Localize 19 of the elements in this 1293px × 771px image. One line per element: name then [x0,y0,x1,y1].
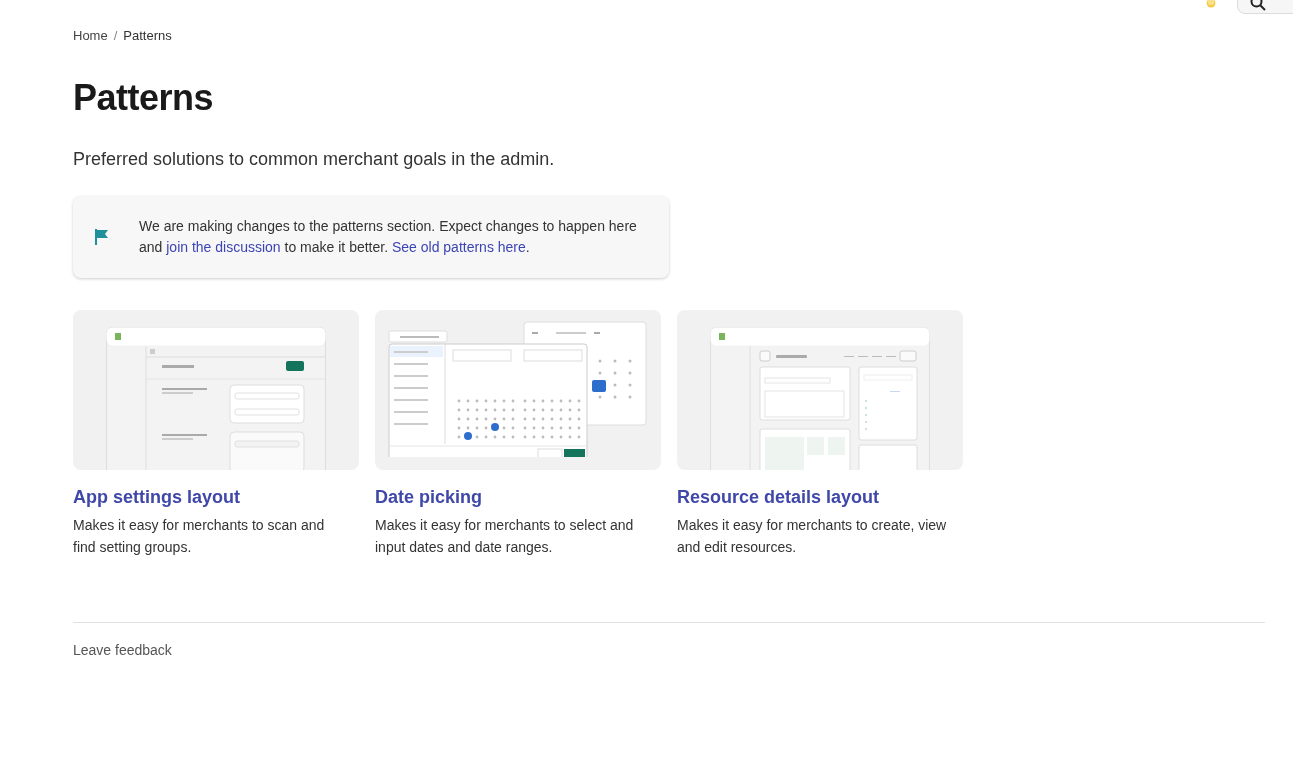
pattern-title-link[interactable]: App settings layout [73,487,359,508]
pattern-thumbnail[interactable] [677,310,963,470]
notice-link[interactable]: See old patterns here [391,239,526,255]
page-title: Patterns [73,77,215,119]
pattern-title-link[interactable]: Date picking [375,487,661,508]
pattern-description: Makes it easy for merchants to select and input dates and date ranges. [375,516,635,557]
leave-feedback-link[interactable]: Leave feedback [73,642,172,658]
pattern-description: Makes it easy for merchants to create, view and edit resources. [677,516,948,557]
flag-icon [93,228,111,246]
notice-link[interactable]: join the discussion [166,239,281,255]
breadcrumb-separator: / [113,28,118,43]
breadcrumb-current[interactable]: Patterns [123,28,172,43]
pattern-description: Makes it easy for merchants to scan and find setting groups. [73,516,326,557]
notice-text: We are making changes to the patterns section. Expect changes to happen here and join the discussion to make it better. See old patterns here. [139,217,638,257]
pattern-thumbnail[interactable] [375,310,661,470]
pattern-thumbnail[interactable] [73,310,359,470]
page-subtitle: Preferred solutions to common merchant goals in the admin. [73,149,556,170]
pattern-title-link[interactable]: Resource details layout [677,487,963,508]
breadcrumb-link[interactable]: Home [73,28,108,43]
